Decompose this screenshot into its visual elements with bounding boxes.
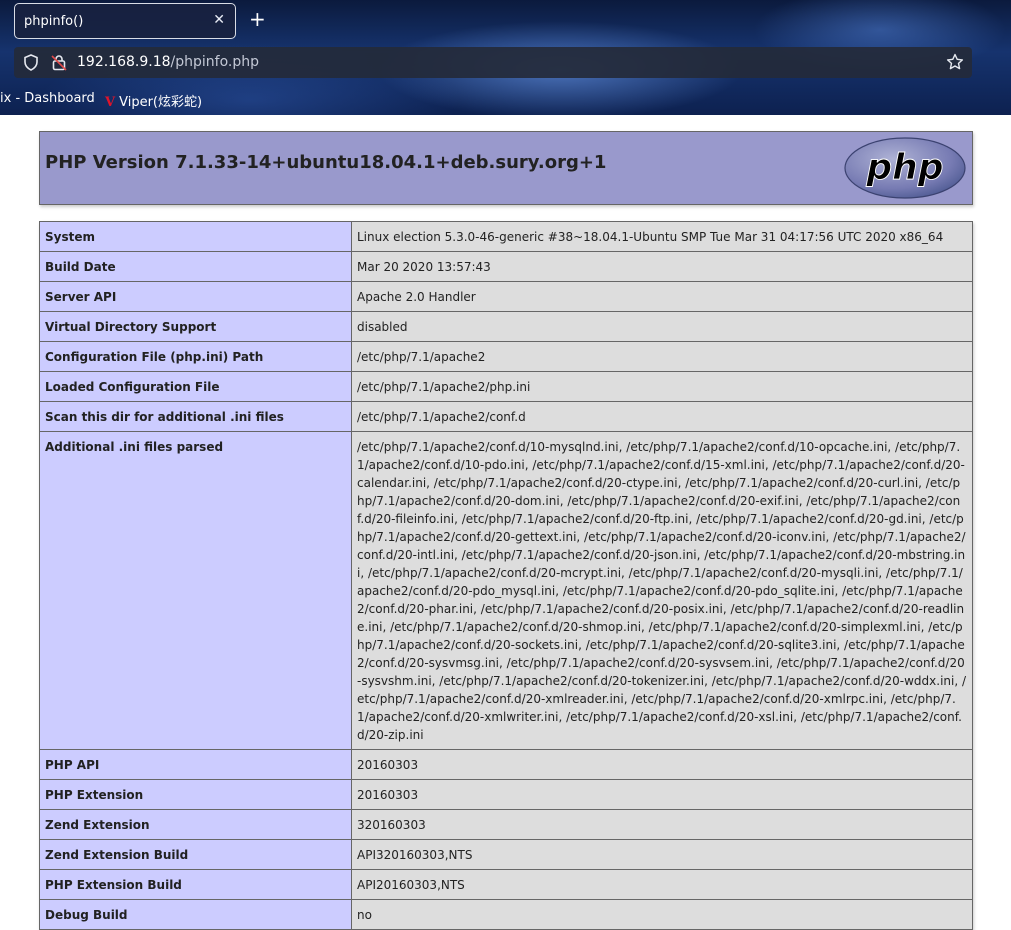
row-value: Linux election 5.3.0-46-generic #38~18.0…	[351, 221, 973, 252]
row-label: PHP API	[39, 749, 352, 780]
plus-icon[interactable]: +	[249, 9, 266, 29]
table-row: Build Date Mar 20 2020 13:57:43	[39, 251, 973, 282]
row-label: Loaded Configuration File	[39, 371, 352, 402]
row-value: /etc/php/7.1/apache2/conf.d/10-mysqlnd.i…	[351, 431, 973, 750]
row-label: Zend Extension	[39, 809, 352, 840]
row-value: 320160303	[351, 809, 973, 840]
url-path: /phpinfo.php	[170, 54, 259, 70]
row-value: /etc/php/7.1/apache2	[351, 341, 973, 372]
row-label: Virtual Directory Support	[39, 311, 352, 342]
row-label: Scan this dir for additional .ini files	[39, 401, 352, 432]
table-row: Virtual Directory Support disabled	[39, 311, 973, 342]
table-row: Scan this dir for additional .ini files /…	[39, 401, 973, 432]
row-label: System	[39, 221, 352, 252]
row-value: Mar 20 2020 13:57:43	[351, 251, 973, 282]
info-table-body: System Linux election 5.3.0-46-generic #3…	[39, 221, 973, 930]
close-icon[interactable]: ✕	[213, 12, 225, 28]
bookmark-dashboard[interactable]: ix - Dashboard	[0, 91, 95, 106]
lock-icon[interactable]	[51, 54, 67, 75]
row-label: Configuration File (php.ini) Path	[39, 341, 352, 372]
php-version-header: PHP Version 7.1.33-14+ubuntu18.04.1+deb.…	[39, 131, 973, 205]
table-row: PHP API 20160303	[39, 749, 973, 780]
table-row: Zend Extension Build API320160303,NTS	[39, 839, 973, 870]
row-value: API20160303,NTS	[351, 869, 973, 900]
row-value: no	[351, 899, 973, 930]
bookmark-viper[interactable]: V Viper(炫彩蛇)	[105, 91, 202, 110]
row-label: Additional .ini files parsed	[39, 431, 352, 750]
row-value: Apache 2.0 Handler	[351, 281, 973, 312]
browser-chrome: phpinfo() ✕ + 192.168.9.18/phpinfo.php i…	[0, 0, 1011, 115]
table-row: Server API Apache 2.0 Handler	[39, 281, 973, 312]
table-row: Additional .ini files parsed/etc/php/7.1…	[39, 431, 973, 750]
url-host: 192.168.9.18	[77, 54, 171, 70]
tab-title: phpinfo()	[24, 14, 84, 29]
row-label: Debug Build	[39, 899, 352, 930]
table-row: PHP Extension 20160303	[39, 779, 973, 810]
shield-icon[interactable]	[23, 54, 39, 75]
table-row: Zend Extension 320160303	[39, 809, 973, 840]
page-title: PHP Version 7.1.33-14+ubuntu18.04.1+deb.…	[45, 152, 607, 173]
viper-logo-icon: V	[105, 95, 116, 110]
browser-tab[interactable]: phpinfo() ✕	[14, 3, 236, 39]
row-value: 20160303	[351, 749, 973, 780]
row-value: /etc/php/7.1/apache2/php.ini	[351, 371, 973, 402]
row-label: PHP Extension Build	[39, 869, 352, 900]
url-text[interactable]: 192.168.9.18/phpinfo.php	[77, 54, 259, 70]
bookmark-viper-label: Viper(炫彩蛇)	[119, 95, 203, 110]
row-label: Build Date	[39, 251, 352, 282]
star-icon[interactable]	[946, 53, 964, 75]
table-row: System Linux election 5.3.0-46-generic #3…	[39, 221, 973, 252]
php-logo[interactable]: php	[843, 136, 967, 204]
row-label: PHP Extension	[39, 779, 352, 810]
row-value: /etc/php/7.1/apache2/conf.d	[351, 401, 973, 432]
table-row: Configuration File (php.ini) Path/etc/ph…	[39, 341, 973, 372]
row-label: Server API	[39, 281, 352, 312]
url-bar[interactable]: 192.168.9.18/phpinfo.php	[14, 47, 972, 78]
row-value: API320160303,NTS	[351, 839, 973, 870]
php-info-table: System Linux election 5.3.0-46-generic #3…	[39, 221, 973, 930]
table-row: PHP Extension Build API20160303,NTS	[39, 869, 973, 900]
table-row: Debug Build no	[39, 899, 973, 930]
table-row: Loaded Configuration File/etc/php/7.1/ap…	[39, 371, 973, 402]
row-value: 20160303	[351, 779, 973, 810]
php-logo-text: php	[865, 147, 943, 188]
row-label: Zend Extension Build	[39, 839, 352, 870]
row-value: disabled	[351, 311, 973, 342]
